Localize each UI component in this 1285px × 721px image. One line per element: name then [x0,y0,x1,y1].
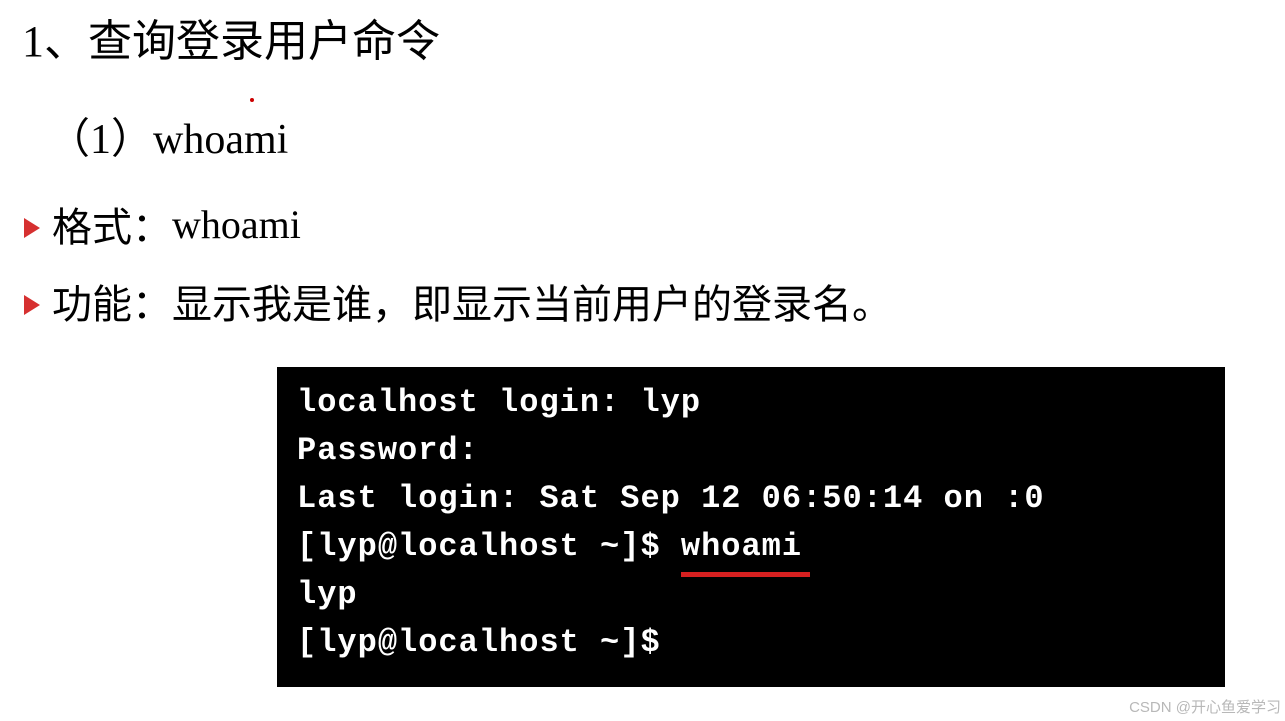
bullet-function: 功能： 显示我是谁，即显示当前用户的登录名。 [24,272,892,330]
terminal-line-prompt2: [lyp@localhost ~]$ [297,619,1205,667]
bullet-function-label: 功能： [52,272,172,330]
watermark-text: CSDN @开心鱼爱学习 [1129,696,1281,717]
terminal-line-login: localhost login: lyp [297,379,1205,427]
red-dot-marker [250,98,254,102]
terminal-line-lastlogin: Last login: Sat Sep 12 06:50:14 on :0 [297,475,1205,523]
terminal-window: localhost login: lyp Password: Last logi… [277,367,1225,687]
terminal-line-output: lyp [297,571,1205,619]
terminal-line-password: Password: [297,427,1205,475]
bullet-format: 格式： whoami [24,195,301,253]
bullet-function-value: 显示我是谁，即显示当前用户的登录名。 [172,272,892,330]
subheading-whoami: （1）whoami [48,105,288,166]
bullet-format-value: whoami [172,201,301,248]
arrow-right-icon [24,218,40,238]
bullet-format-label: 格式： [52,195,172,253]
arrow-right-icon [24,295,40,315]
terminal-prompt-1: [lyp@localhost ~]$ [297,528,681,565]
terminal-whoami-command: whoami [681,523,802,571]
terminal-line-command: [lyp@localhost ~]$ whoami [297,523,1205,571]
heading-title: 1、查询登录用户命令 [22,5,440,69]
